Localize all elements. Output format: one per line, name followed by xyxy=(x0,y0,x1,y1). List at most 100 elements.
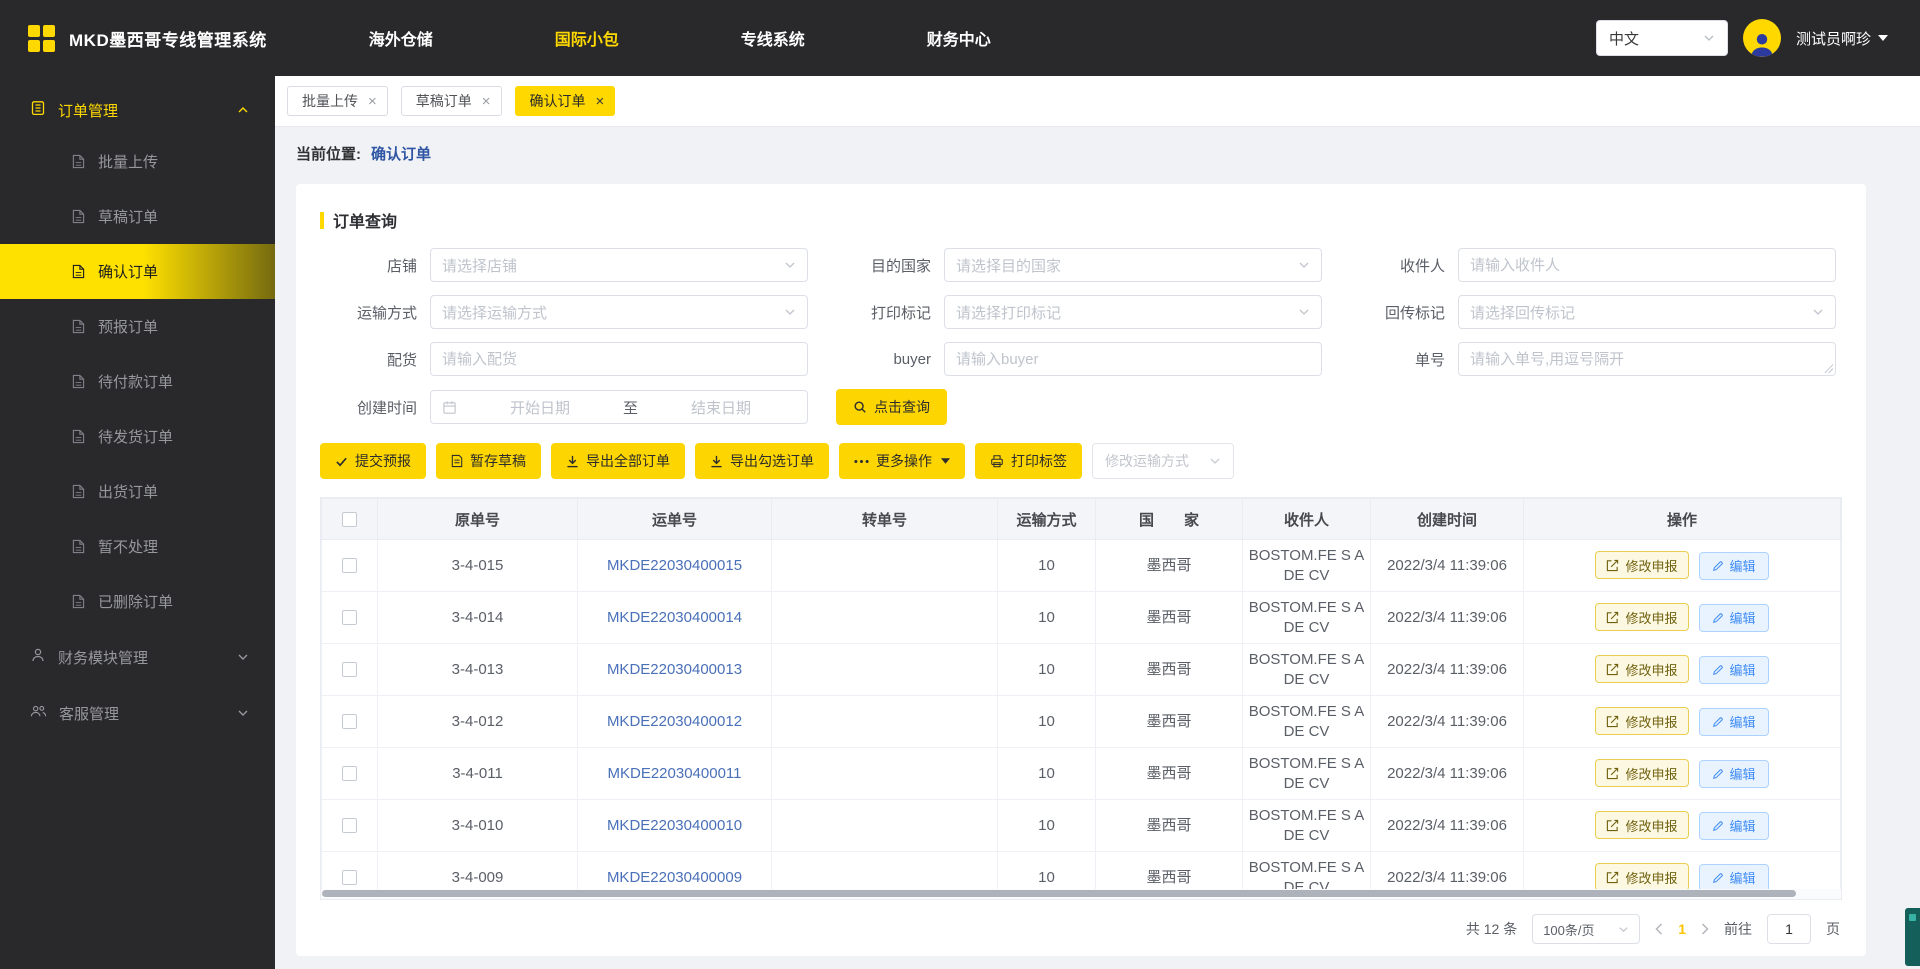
row-checkbox[interactable] xyxy=(342,610,357,626)
row-checkbox[interactable] xyxy=(342,870,357,886)
modify-declaration-button[interactable]: 修改申报 xyxy=(1595,551,1689,580)
form-field: 运输方式 请选择运输方式 xyxy=(320,295,808,329)
resize-grip-icon[interactable] xyxy=(1823,363,1833,373)
waybill-link[interactable]: MKDE22030400011 xyxy=(608,765,742,782)
toolbar-button[interactable]: 暂存草稿 xyxy=(436,443,541,479)
modify-declaration-button[interactable]: 修改申报 xyxy=(1595,707,1689,736)
select-control[interactable]: 请选择打印标记 xyxy=(944,295,1322,329)
text-input[interactable] xyxy=(1470,256,1824,274)
toolbar-button[interactable]: 打印标签 xyxy=(975,443,1082,479)
sidebar-group-order[interactable]: 订单管理 xyxy=(0,86,275,134)
select-control[interactable]: 请选择回传标记 xyxy=(1458,295,1836,329)
search-button[interactable]: 点击查询 xyxy=(836,389,947,425)
table-wrap: 原单号 运单号 转单号 运输方式国 家收件人 创建时间 操作 3-4-015 MKDE220… xyxy=(320,497,1842,900)
nav-item[interactable]: 国际小包 xyxy=(555,26,619,50)
row-checkbox[interactable] xyxy=(342,714,357,730)
text-input[interactable] xyxy=(1470,350,1824,368)
modify-declaration-button[interactable]: 修改申报 xyxy=(1595,655,1689,684)
table-row: 3-4-012 MKDE22030400012 10 墨西哥 BOSTOM.FE S A… xyxy=(321,695,1841,748)
toolbar-button[interactable]: 导出勾选订单 xyxy=(695,443,829,479)
tab-label: 草稿订单 xyxy=(415,93,472,109)
created-cell: 2022/3/4 11:39:06 xyxy=(1370,851,1524,889)
scrollbar-thumb[interactable] xyxy=(322,890,1797,897)
sidebar-item[interactable]: 确认订单 xyxy=(0,244,275,299)
sidebar-item[interactable]: 已删除订单 xyxy=(0,574,275,629)
sidebar-item[interactable]: 待发货订单 xyxy=(0,409,275,464)
modify-declaration-button[interactable]: 修改申报 xyxy=(1595,863,1689,889)
sidebar-item[interactable]: 出货订单 xyxy=(0,464,275,519)
waybill-link[interactable]: MKDE22030400013 xyxy=(607,661,742,678)
page-size-select[interactable]: 100条/页 xyxy=(1532,914,1641,944)
close-icon[interactable]: × xyxy=(596,94,605,109)
nav-item[interactable]: 专线系统 xyxy=(741,26,805,50)
nav-item[interactable]: 海外仓储 xyxy=(369,26,433,50)
sidebar-item[interactable]: 批量上传 xyxy=(0,134,275,189)
modify-declaration-button[interactable]: 修改申报 xyxy=(1595,603,1689,632)
nav-item[interactable]: 财务中心 xyxy=(927,26,991,50)
current-page[interactable]: 1 xyxy=(1678,921,1686,937)
row-checkbox[interactable] xyxy=(342,766,357,782)
user-menu[interactable]: 测试员啊珍 xyxy=(1796,28,1888,49)
goto-page-input[interactable] xyxy=(1767,914,1811,944)
tab[interactable]: 确认订单 × xyxy=(514,86,616,116)
transport-mode-select[interactable]: 修改运输方式 xyxy=(1092,443,1234,479)
select-control[interactable]: 请选择店铺 xyxy=(430,248,808,282)
breadcrumb-current[interactable]: 确认订单 xyxy=(371,143,431,164)
edit-button[interactable]: 编辑 xyxy=(1698,759,1769,788)
waybill-link[interactable]: MKDE22030400010 xyxy=(607,817,742,834)
edit-button[interactable]: 编辑 xyxy=(1698,603,1769,632)
sidebar-group-service[interactable]: 客服管理 xyxy=(0,685,275,741)
sidebar-item[interactable]: 暂不处理 xyxy=(0,519,275,574)
date-range-picker[interactable]: 开始日期 至 结束日期 xyxy=(430,390,808,424)
transport-cell: 10 xyxy=(997,799,1096,852)
toolbar-button[interactable]: 导出全部订单 xyxy=(551,443,685,479)
row-checkbox[interactable] xyxy=(342,662,357,678)
toolbar-button-label: 导出勾选订单 xyxy=(730,453,814,469)
country-cell: 墨西哥 xyxy=(1095,851,1243,889)
tab[interactable]: 批量上传 × xyxy=(287,86,388,116)
close-icon[interactable]: × xyxy=(482,94,491,109)
edit-button[interactable]: 编辑 xyxy=(1698,551,1769,580)
edit-declare-icon xyxy=(1606,871,1619,884)
modify-declaration-button[interactable]: 修改申报 xyxy=(1595,759,1689,788)
sidebar-item[interactable]: 待付款订单 xyxy=(0,354,275,409)
avatar[interactable] xyxy=(1742,19,1781,57)
select-all-checkbox[interactable] xyxy=(342,512,357,528)
next-page-icon[interactable] xyxy=(1701,923,1709,935)
edit-button[interactable]: 编辑 xyxy=(1698,811,1769,840)
waybill-link[interactable]: MKDE22030400012 xyxy=(607,713,742,730)
tab[interactable]: 草稿订单 × xyxy=(400,86,502,116)
floating-widget-tab[interactable] xyxy=(1905,908,1920,966)
modify-declaration-label: 修改申报 xyxy=(1625,818,1678,834)
sidebar-group-finance[interactable]: 财务模块管理 xyxy=(0,629,275,685)
chevron-down-icon xyxy=(1812,306,1824,318)
prev-page-icon[interactable] xyxy=(1655,923,1663,935)
waybill-link[interactable]: MKDE22030400009 xyxy=(607,869,742,886)
chevron-up-icon xyxy=(237,104,249,116)
close-icon[interactable]: × xyxy=(368,94,377,109)
edit-button[interactable]: 编辑 xyxy=(1698,863,1769,889)
select-control[interactable]: 请选择目的国家 xyxy=(944,248,1322,282)
edit-button[interactable]: 编辑 xyxy=(1698,655,1769,684)
toolbar-button[interactable]: 更多操作 xyxy=(839,443,965,479)
select-control[interactable]: 请选择运输方式 xyxy=(430,295,808,329)
waybill-link[interactable]: MKDE22030400015 xyxy=(607,557,742,574)
language-select[interactable]: 中文 xyxy=(1595,20,1728,56)
waybill-link[interactable]: MKDE22030400014 xyxy=(607,609,742,626)
modify-declaration-button[interactable]: 修改申报 xyxy=(1595,811,1689,840)
text-input[interactable] xyxy=(442,350,796,368)
sidebar-item[interactable]: 预报订单 xyxy=(0,299,275,354)
chevron-down-icon xyxy=(1298,306,1310,318)
chevron-down-icon xyxy=(784,306,796,318)
sidebar-item[interactable]: 草稿订单 xyxy=(0,189,275,244)
row-checkbox[interactable] xyxy=(342,818,357,834)
created-cell: 2022/3/4 11:39:06 xyxy=(1370,695,1524,748)
search-icon xyxy=(853,400,867,414)
column-header: 运输方式 xyxy=(997,498,1096,540)
text-input[interactable] xyxy=(956,350,1310,368)
toolbar-button[interactable]: 提交预报 xyxy=(320,443,426,479)
row-checkbox[interactable] xyxy=(342,558,357,574)
edit-button[interactable]: 编辑 xyxy=(1698,707,1769,736)
calendar-icon xyxy=(442,400,457,415)
sidebar-group-label: 客服管理 xyxy=(59,705,120,723)
